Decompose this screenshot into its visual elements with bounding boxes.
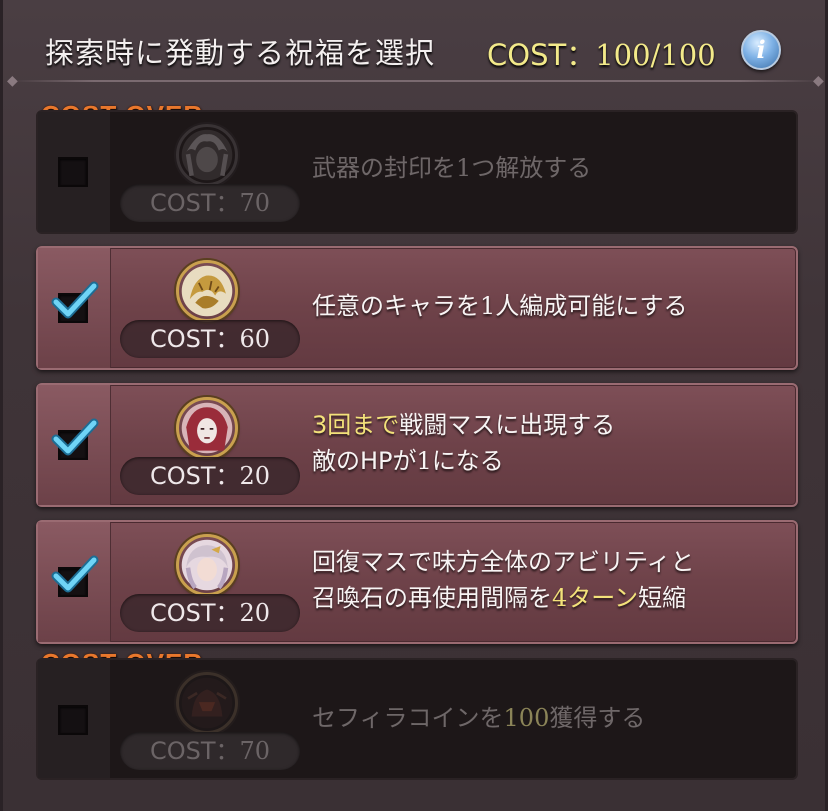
blessing-row-enemy-hp-one[interactable]: COST：20 3回まで戦闘マスに出現する 敵のHPが1になる <box>36 383 798 507</box>
panel-title: 探索時に発動する祝福を選択 <box>45 36 436 70</box>
blessing-cost-badge: COST：20 <box>120 457 300 495</box>
total-cost-indicator: COST：100/100 <box>487 32 716 74</box>
header-divider <box>13 80 821 82</box>
checkbox-cell <box>38 112 110 232</box>
panel-header: 探索時に発動する祝福を選択 COST：100/100 i <box>3 0 828 100</box>
blessing-description: 任意のキャラを1人編成可能にする <box>312 292 688 320</box>
white-haired-character-portrait <box>176 534 238 596</box>
blessing-row-free-character[interactable]: COST：60 任意のキャラを1人編成可能にする <box>36 246 798 370</box>
blessing-cost-badge: COST：70 <box>120 732 300 770</box>
blessing-description: セフィラコインを100獲得する <box>312 704 646 732</box>
divider-ornament-left: ◆ <box>7 73 18 89</box>
checkmark-icon <box>51 418 99 456</box>
blessing-cost-badge: COST：70 <box>120 184 300 222</box>
checkmark-icon <box>51 281 99 319</box>
checkmark-icon <box>51 555 99 593</box>
blessing-description: 武器の封印を1つ解放する <box>312 154 592 182</box>
checkbox-cell <box>38 660 110 778</box>
masked-red-character-portrait <box>176 397 238 459</box>
info-icon[interactable]: i <box>741 30 781 70</box>
total-cost-value: 100/100 <box>595 38 716 72</box>
blessing-description: 回復マスで味方全体のアビリティと 召喚石の再使用間隔を4ターン短縮 <box>312 548 695 612</box>
blessing-cost-badge: COST：60 <box>120 320 300 358</box>
checkbox-cell[interactable] <box>38 248 111 368</box>
blessing-row-cooldown-reduce[interactable]: COST：20 回復マスで味方全体のアビリティと 召喚石の再使用間隔を4ターン短… <box>36 520 798 644</box>
blessing-description: 3回まで戦闘マスに出現する 敵のHPが1になる <box>312 411 616 475</box>
blessing-select-panel: 探索時に発動する祝福を選択 COST：100/100 i ◆ ◆ COST OV… <box>0 0 828 811</box>
blessing-checkbox <box>58 705 88 735</box>
divider-ornament-right: ◆ <box>813 73 824 89</box>
golden-beast-portrait <box>176 260 238 322</box>
blessing-checkbox <box>58 157 88 187</box>
total-cost-label: COST： <box>487 38 596 72</box>
checkbox-cell[interactable] <box>38 522 111 642</box>
silver-haired-character-portrait <box>176 124 238 186</box>
blessing-row-unseal-weapon: COST：70 武器の封印を1つ解放する <box>36 110 798 234</box>
blessing-cost-badge: COST：20 <box>120 594 300 632</box>
blessing-row-sephira-coins: COST：70 セフィラコインを100獲得する <box>36 658 798 780</box>
dark-armored-character-portrait <box>176 672 238 734</box>
checkbox-cell[interactable] <box>38 385 111 505</box>
